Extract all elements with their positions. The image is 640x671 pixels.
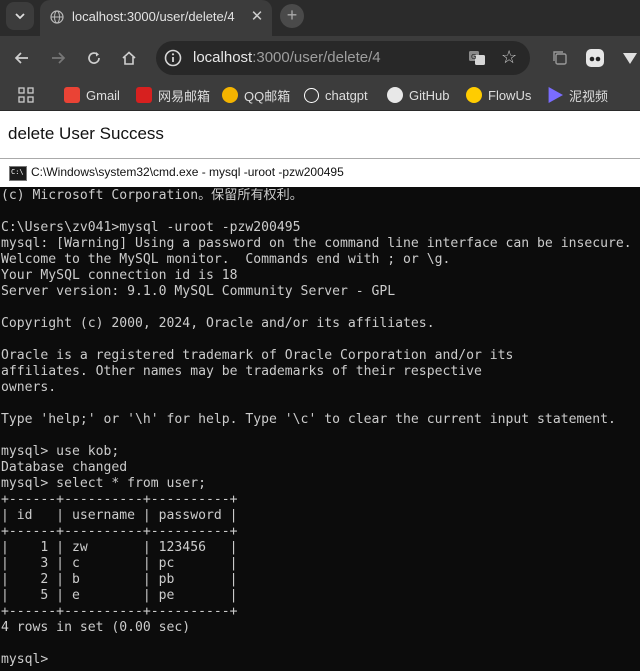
bookmark-gmail[interactable]: Gmail [64, 86, 120, 104]
bookmark-label: Gmail [86, 87, 120, 103]
netease-mail-icon [136, 87, 152, 103]
console-line: Type 'help;' or '\h' for help. Type '\c'… [1, 412, 616, 427]
qq-mail-icon [222, 87, 238, 103]
browser-toolbar: localhost:3000/user/delete/4 G ☆ [0, 36, 640, 80]
apps-button[interactable] [18, 86, 34, 104]
bookmark-chatgpt[interactable]: chatgpt [304, 86, 368, 104]
bookmark-netease-mail[interactable]: 网易邮箱 [136, 86, 210, 104]
console-line: | 2 | b | pb | [1, 572, 238, 587]
console-line: mysql> use kob; [1, 444, 120, 459]
gmail-icon [64, 87, 80, 103]
site-info-icon[interactable] [164, 49, 182, 67]
console-line: 4 rows in set (0.00 sec) [1, 620, 191, 635]
console-line: mysql> select * from user; [1, 476, 206, 491]
apps-grid-icon [18, 87, 34, 103]
bookmark-label: QQ邮箱 [244, 88, 291, 104]
console-line: affiliates. Other names may be trademark… [1, 364, 482, 379]
arrow-right-icon [52, 52, 66, 64]
tab-title: localhost:3000/user/delete/4 [72, 9, 235, 24]
extension-face-icon [586, 49, 604, 67]
url-text[interactable]: localhost:3000/user/delete/4 [193, 49, 381, 66]
bookmark-video[interactable]: 泥视频 [547, 86, 608, 104]
bookmark-star-icon[interactable]: ☆ [501, 47, 517, 68]
url-path: :3000/user/delete/4 [252, 49, 381, 66]
cmd-title-bar[interactable]: C:\ C:\Windows\system32\cmd.exe - mysql … [0, 159, 640, 187]
svg-text:G: G [471, 53, 476, 61]
menu-button[interactable] [618, 46, 640, 70]
console-line: (c) Microsoft Corporation。保留所有权利。 [1, 188, 303, 203]
console-line: Oracle is a registered trademark of Orac… [1, 348, 514, 363]
cmd-window[interactable]: C:\ C:\Windows\system32\cmd.exe - mysql … [0, 158, 640, 671]
console-line: | 5 | e | pe | [1, 588, 238, 603]
bookmark-flowus[interactable]: FlowUs [466, 86, 531, 104]
console-line: | id | username | password | [1, 508, 238, 523]
home-button[interactable] [117, 46, 141, 70]
bookmark-label: chatgpt [325, 87, 368, 103]
console-line: Copyright (c) 2000, 2024, Oracle and/or … [1, 316, 435, 331]
bookmark-label: 泥视频 [569, 88, 609, 104]
console-line: mysql: [Warning] Using a password on the… [1, 236, 632, 251]
new-tab-button[interactable]: + [280, 4, 304, 28]
home-icon [122, 51, 136, 65]
address-bar[interactable]: localhost:3000/user/delete/4 G ☆ [156, 41, 530, 75]
translate-icon[interactable]: G [468, 49, 486, 67]
chevron-down-icon [15, 13, 25, 20]
bookmark-label: GitHub [409, 87, 450, 103]
console-line: C:\Users\zv041>mysql -uroot -pzw200495 [1, 220, 301, 235]
browser-tab[interactable]: localhost:3000/user/delete/4 ✕ [40, 0, 272, 36]
console-line: +------+----------+----------+ [1, 604, 238, 619]
close-tab-icon[interactable]: ✕ [248, 8, 266, 26]
bookmark-qq-mail[interactable]: QQ邮箱 [222, 86, 290, 104]
bookmark-label: FlowUs [488, 87, 532, 103]
triangle-down-icon [623, 53, 637, 64]
arrow-left-icon [14, 52, 28, 64]
copy-icon [553, 51, 567, 65]
github-icon [387, 87, 403, 103]
chatgpt-icon [304, 87, 319, 103]
page-message: delete User Success [8, 124, 164, 143]
console-line: Your MySQL connection id is 18 [1, 268, 238, 283]
video-icon [548, 87, 563, 103]
profile-button[interactable] [583, 46, 607, 70]
console-line: | 3 | c | pc | [1, 556, 238, 571]
flowus-icon [466, 87, 482, 103]
console-line: | 1 | zw | 123456 | [1, 540, 238, 555]
tab-strip: localhost:3000/user/delete/4 ✕ + [0, 0, 640, 36]
reload-icon [88, 52, 100, 64]
console-line: Server version: 9.1.0 MySQL Community Se… [1, 284, 396, 299]
cmd-title: C:\Windows\system32\cmd.exe - mysql -uro… [31, 165, 344, 179]
url-host: localhost [193, 49, 253, 66]
bookmark-label: 网易邮箱 [158, 88, 211, 104]
console-line: Welcome to the MySQL monitor. Commands e… [1, 252, 451, 267]
console-line: +------+----------+----------+ [1, 492, 238, 507]
cmd-icon: C:\ [9, 166, 27, 181]
console-output[interactable]: (c) Microsoft Corporation。保留所有权利。 C:\User… [0, 188, 640, 671]
back-button[interactable] [10, 46, 34, 70]
globe-icon [50, 10, 64, 24]
console-line: +------+----------+----------+ [1, 524, 238, 539]
forward-button[interactable] [46, 46, 70, 70]
tab-groups-button[interactable] [548, 46, 572, 70]
console-line: Database changed [1, 460, 128, 475]
console-line: owners. [1, 380, 57, 395]
bookmark-github[interactable]: GitHub [387, 86, 449, 104]
bookmarks-bar: Gmail 网易邮箱 QQ邮箱 chatgpt GitHub FlowUs 泥视… [0, 80, 640, 111]
console-line: mysql> [1, 652, 49, 667]
tab-search-button[interactable] [6, 2, 34, 30]
reload-button[interactable] [82, 46, 106, 70]
